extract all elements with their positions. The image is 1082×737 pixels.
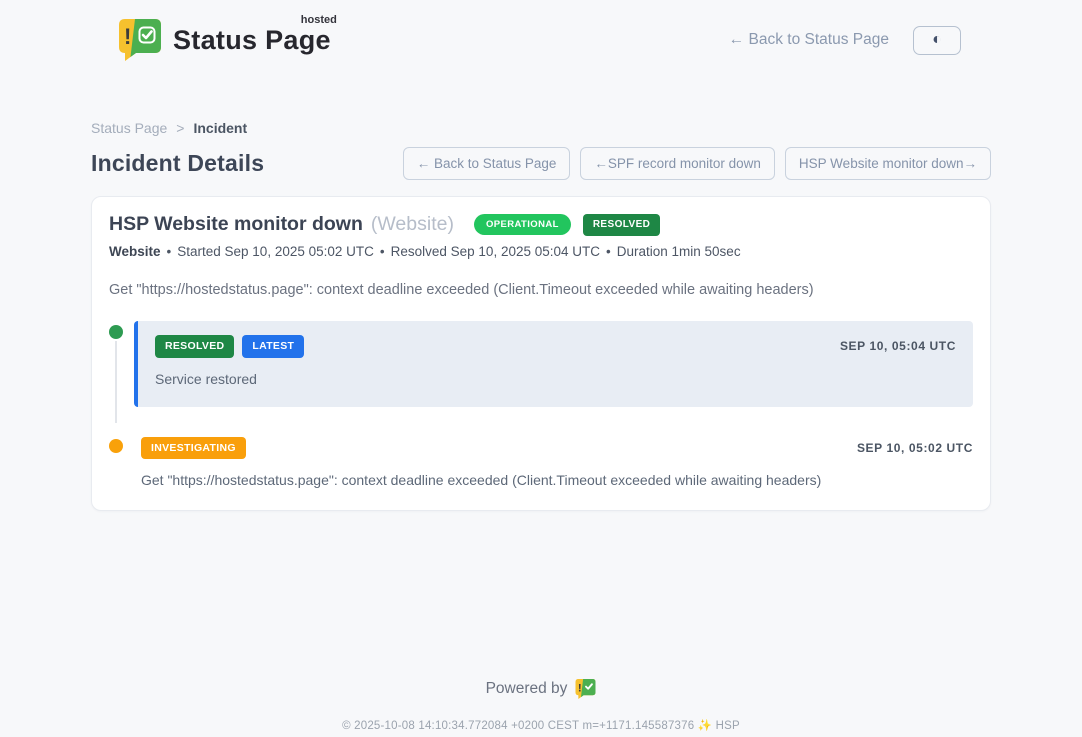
update-message: Get "https://hostedstatus.page": context… [141, 472, 973, 488]
prev-incident-button[interactable]: ←SPF record monitor down [580, 147, 775, 180]
breadcrumb: Status Page > Incident [91, 120, 991, 136]
header-right: ← Back to Status Page ◐ [729, 26, 961, 55]
meta-component: Website [109, 244, 161, 259]
powered-by: Powered by ! [91, 679, 991, 699]
operational-status-badge: OPERATIONAL [474, 214, 571, 236]
timeline-dot-investigating [109, 439, 123, 453]
logo-brand-text: Status Page hosted [173, 25, 335, 56]
update-resolved-badge: RESOLVED [155, 335, 234, 358]
incident-component-label: (Website) [371, 213, 454, 236]
copyright-line: © 2025-10-08 14:10:34.772084 +0200 CEST … [91, 718, 991, 732]
site-header: ! Status Page hosted ← Back to Status Pa… [0, 0, 1082, 66]
meta-separator: • [380, 244, 385, 259]
incident-card: HSP Website monitor down (Website) OPERA… [91, 196, 991, 511]
breadcrumb-separator: > [176, 120, 184, 136]
powered-by-label: Powered by [486, 680, 568, 698]
status-page-footer-logo-icon[interactable]: ! [575, 679, 596, 699]
header-back-link[interactable]: ← Back to Status Page [729, 31, 889, 49]
timeline-dot-resolved [109, 325, 123, 339]
status-page-logo-icon: ! [118, 19, 162, 61]
update-timestamp: SEP 10, 05:04 UTC [840, 339, 956, 353]
update-header: INVESTIGATING SEP 10, 05:02 UTC [141, 437, 973, 460]
update-highlight-box: RESOLVED LATEST SEP 10, 05:04 UTC Servic… [134, 321, 973, 407]
half-circle-contrast-icon: ◐ [932, 32, 942, 48]
page-title: Incident Details [91, 150, 264, 177]
incident-description: Get "https://hostedstatus.page": context… [109, 282, 973, 298]
logo-brand: Status Page [173, 25, 331, 55]
breadcrumb-status-page[interactable]: Status Page [91, 120, 167, 136]
meta-separator: • [167, 244, 172, 259]
title-row: Incident Details ← Back to Status Page ←… [91, 147, 991, 180]
theme-toggle-button[interactable]: ◐ [913, 26, 961, 55]
next-incident-button[interactable]: HSP Website monitor down→ [785, 147, 991, 180]
update-investigating-badge: INVESTIGATING [141, 437, 246, 460]
timeline-update-investigating: INVESTIGATING SEP 10, 05:02 UTC Get "htt… [141, 437, 973, 489]
update-header: RESOLVED LATEST SEP 10, 05:04 UTC [155, 335, 956, 358]
incident-title: HSP Website monitor down [109, 213, 363, 236]
incident-card-header: HSP Website monitor down (Website) OPERA… [109, 213, 973, 236]
meta-duration: Duration 1min 50sec [617, 244, 741, 259]
logo[interactable]: ! Status Page hosted [118, 19, 335, 61]
breadcrumb-incident: Incident [193, 120, 247, 136]
main-content: Status Page > Incident Incident Details … [91, 120, 991, 732]
update-timestamp: SEP 10, 05:02 UTC [857, 441, 973, 455]
meta-resolved: Resolved Sep 10, 2025 05:04 UTC [391, 244, 600, 259]
meta-started: Started Sep 10, 2025 05:02 UTC [177, 244, 374, 259]
update-message: Service restored [155, 371, 956, 387]
footer: Powered by ! © 2025-10-08 14:10:34.77208… [91, 679, 991, 732]
svg-text:!: ! [578, 682, 582, 694]
svg-text:!: ! [124, 24, 131, 49]
incident-meta: Website • Started Sep 10, 2025 05:02 UTC… [109, 244, 973, 259]
meta-separator: • [606, 244, 611, 259]
timeline-update-latest: RESOLVED LATEST SEP 10, 05:04 UTC Servic… [109, 321, 973, 407]
resolved-state-badge: RESOLVED [583, 214, 660, 236]
back-to-status-page-button[interactable]: ← Back to Status Page [403, 147, 571, 180]
incident-nav-buttons: ← Back to Status Page ←SPF record monito… [403, 147, 991, 180]
incident-timeline: RESOLVED LATEST SEP 10, 05:04 UTC Servic… [109, 321, 973, 488]
update-latest-badge: LATEST [242, 335, 304, 358]
logo-hosted-superscript: hosted [301, 14, 337, 26]
